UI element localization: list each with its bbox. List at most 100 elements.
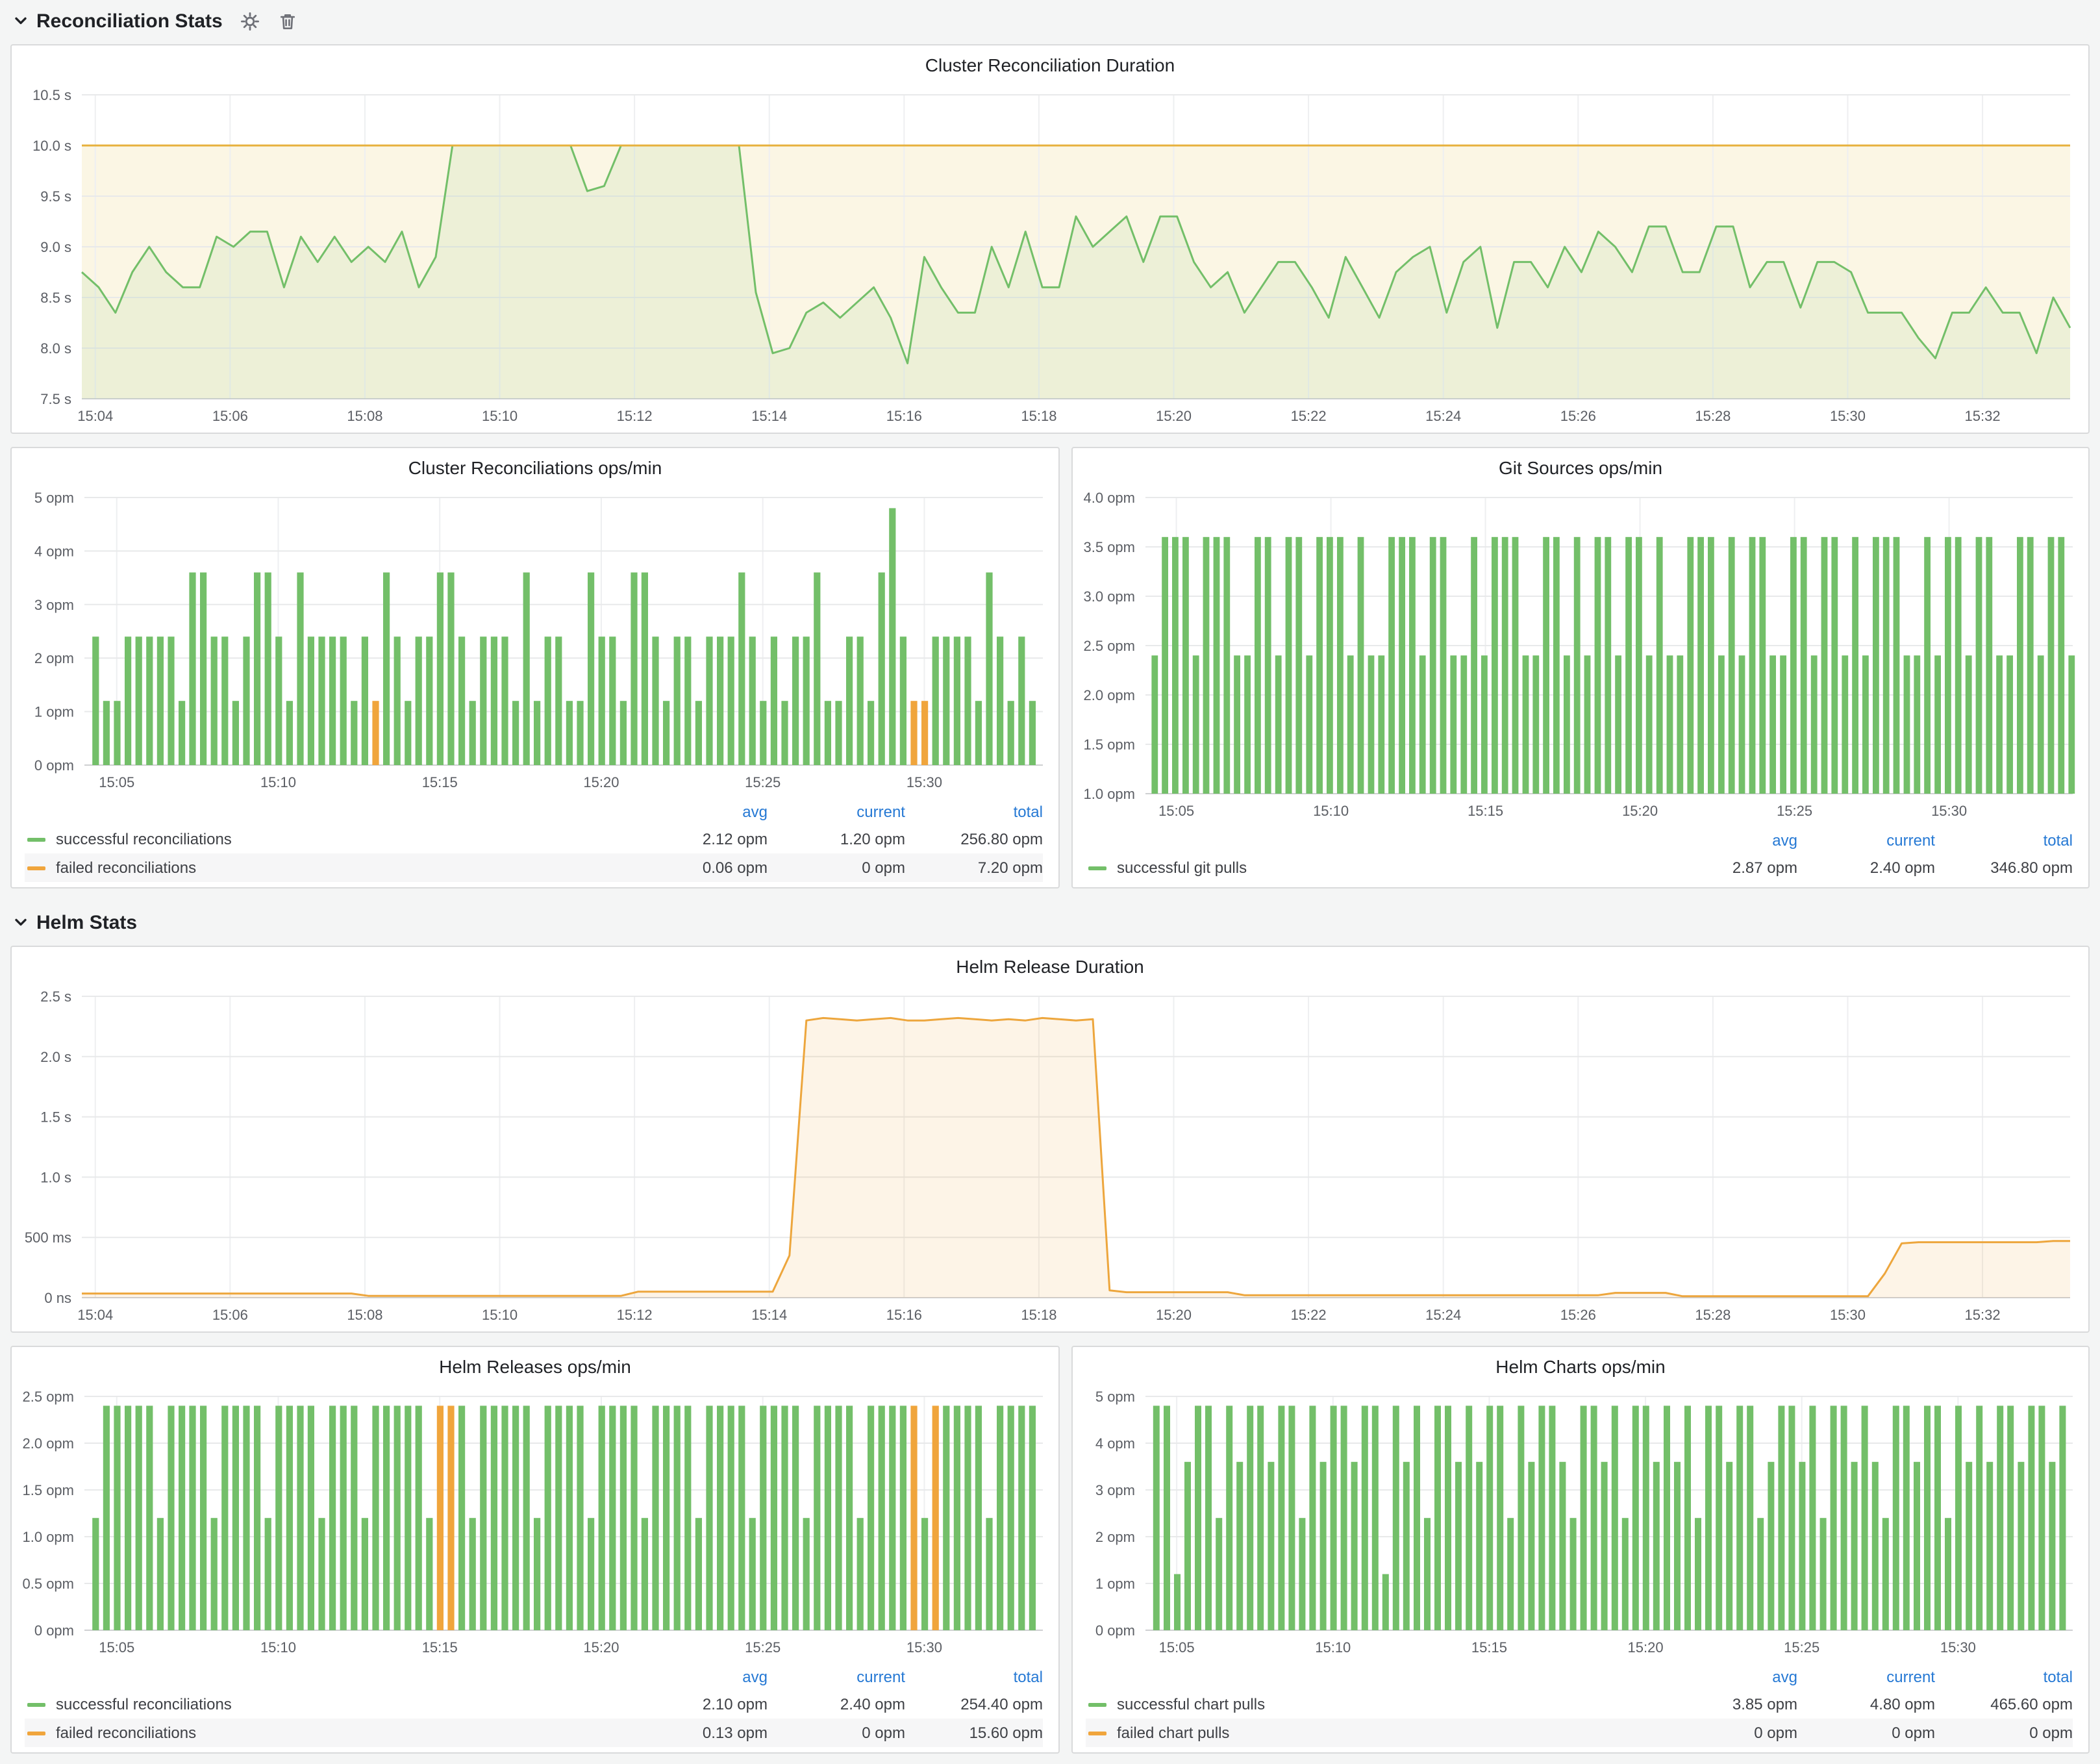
panel-title[interactable]: Git Sources ops/min — [1073, 448, 2088, 487]
legend-sort-avg[interactable]: avg — [630, 803, 768, 821]
legend-sort-total[interactable]: total — [1935, 1668, 2073, 1686]
legend-sort-total[interactable]: total — [905, 803, 1043, 821]
panel-title[interactable]: Helm Release Duration — [12, 947, 2088, 986]
legend-sort-current[interactable]: current — [1797, 1668, 1935, 1686]
panel-title[interactable]: Cluster Reconciliations ops/min — [12, 448, 1058, 487]
helm-charts-ops-chart[interactable]: 15:0515:1015:1515:2015:2515:300 opm1 opm… — [1073, 1386, 2088, 1661]
svg-text:15:22: 15:22 — [1291, 408, 1327, 424]
svg-text:8.0 s: 8.0 s — [40, 340, 71, 357]
legend-series-swatch — [27, 1702, 45, 1706]
svg-text:15:14: 15:14 — [751, 1307, 787, 1323]
legend-value: 465.60 opm — [1935, 1695, 2073, 1713]
svg-text:15:05: 15:05 — [99, 1639, 134, 1656]
svg-text:1.5 opm: 1.5 opm — [23, 1482, 75, 1498]
svg-text:10.5 s: 10.5 s — [32, 87, 71, 103]
legend-sort-avg[interactable]: avg — [1660, 1668, 1797, 1686]
cluster-reconciliation-duration-chart[interactable]: 15:0415:0615:0815:1015:1215:1415:1615:18… — [12, 84, 2088, 433]
svg-text:15:30: 15:30 — [1830, 1307, 1866, 1323]
svg-text:15:25: 15:25 — [745, 774, 781, 790]
legend-value: 2.12 opm — [630, 830, 768, 848]
svg-text:2.5 opm: 2.5 opm — [23, 1389, 75, 1405]
svg-text:15:28: 15:28 — [1695, 408, 1731, 424]
svg-text:10.0 s: 10.0 s — [32, 138, 71, 154]
legend: avgcurrenttotal successful reconciliation… — [25, 799, 1043, 882]
svg-text:4.0 opm: 4.0 opm — [1084, 490, 1136, 506]
svg-text:15:24: 15:24 — [1425, 1307, 1461, 1323]
legend-sort-avg[interactable]: avg — [1660, 831, 1797, 850]
svg-text:0 opm: 0 opm — [1095, 1622, 1135, 1639]
svg-text:15:30: 15:30 — [1940, 1639, 1976, 1656]
svg-text:15:24: 15:24 — [1425, 408, 1461, 424]
legend-series-label[interactable]: failed chart pulls — [1117, 1724, 1660, 1742]
legend-header-row: avgcurrenttotal — [25, 799, 1043, 825]
legend-sort-current[interactable]: current — [768, 1668, 905, 1686]
svg-text:0 opm: 0 opm — [34, 757, 74, 774]
panel-helm-release-duration: Helm Release Duration 15:0415:0615:0815:… — [10, 946, 2090, 1333]
legend-value: 0 opm — [768, 1724, 905, 1742]
svg-text:15:20: 15:20 — [1156, 1307, 1192, 1323]
legend-sort-current[interactable]: current — [768, 803, 905, 821]
legend-value: 1.20 opm — [768, 830, 905, 848]
legend-sort-total[interactable]: total — [1935, 831, 2073, 850]
legend-series-swatch — [27, 866, 45, 870]
git-sources-ops-chart[interactable]: 15:0515:1015:1515:2015:2515:301.0 opm1.5… — [1073, 487, 2088, 825]
legend-value: 4.80 opm — [1797, 1695, 1935, 1713]
svg-text:0.5 opm: 0.5 opm — [23, 1576, 75, 1592]
chevron-down-icon — [13, 13, 29, 29]
svg-text:15:10: 15:10 — [1315, 1639, 1351, 1656]
legend: avgcurrenttotalsuccessful chart pulls3.8… — [1086, 1664, 2073, 1747]
gear-icon[interactable] — [241, 11, 260, 31]
svg-text:15:12: 15:12 — [617, 1307, 653, 1323]
svg-text:4 opm: 4 opm — [34, 543, 74, 559]
svg-text:15:10: 15:10 — [1313, 803, 1349, 819]
legend-series-label[interactable]: successful reconciliations — [56, 830, 630, 848]
svg-text:15:05: 15:05 — [1158, 803, 1194, 819]
svg-text:3 opm: 3 opm — [1095, 1482, 1135, 1498]
svg-text:2.5 s: 2.5 s — [40, 989, 71, 1005]
section-header-helm-stats[interactable]: Helm Stats — [13, 904, 137, 940]
svg-text:0 ns: 0 ns — [44, 1290, 71, 1306]
legend-series-label[interactable]: failed reconciliations — [56, 859, 630, 877]
svg-text:15:16: 15:16 — [886, 408, 922, 424]
legend-series-label[interactable]: successful git pulls — [1117, 859, 1660, 877]
legend-sort-total[interactable]: total — [905, 1668, 1043, 1686]
legend-series-label[interactable]: successful chart pulls — [1117, 1695, 1660, 1713]
svg-text:2.0 opm: 2.0 opm — [23, 1435, 75, 1452]
svg-text:1.5 opm: 1.5 opm — [1084, 737, 1136, 753]
legend-value: 2.10 opm — [630, 1695, 768, 1713]
panel-title[interactable]: Helm Charts ops/min — [1073, 1347, 2088, 1386]
svg-text:15:05: 15:05 — [1159, 1639, 1195, 1656]
legend-value: 15.60 opm — [905, 1724, 1043, 1742]
legend-series-label[interactable]: successful reconciliations — [56, 1695, 630, 1713]
legend-row: failed reconciliations0.13 opm0 opm15.60… — [25, 1719, 1043, 1747]
svg-text:15:14: 15:14 — [751, 408, 787, 424]
legend-value: 0.13 opm — [630, 1724, 768, 1742]
legend-series-swatch — [1088, 1702, 1106, 1706]
section-header-reconciliation-stats[interactable]: Reconciliation Stats — [13, 3, 298, 39]
svg-text:5 opm: 5 opm — [34, 490, 74, 506]
helm-release-duration-chart[interactable]: 15:0415:0615:0815:1015:1215:1415:1615:18… — [12, 986, 2088, 1331]
svg-text:2.0 opm: 2.0 opm — [1084, 687, 1136, 703]
svg-text:15:30: 15:30 — [1830, 408, 1866, 424]
helm-releases-ops-chart[interactable]: 15:0515:1015:1515:2015:2515:300 opm0.5 o… — [12, 1386, 1058, 1661]
legend-header-row: avgcurrenttotal — [1086, 1664, 2073, 1690]
legend-value: 0 opm — [1660, 1724, 1797, 1742]
legend-value: 2.87 opm — [1660, 859, 1797, 877]
panel-helm-releases-ops: Helm Releases ops/min 15:0515:1015:1515:… — [10, 1346, 1060, 1754]
trash-icon[interactable] — [279, 11, 298, 31]
panel-title[interactable]: Helm Releases ops/min — [12, 1347, 1058, 1386]
svg-text:2.0 s: 2.0 s — [40, 1049, 71, 1065]
svg-text:15:20: 15:20 — [1622, 803, 1658, 819]
panel-cluster-reconciliation-duration: Cluster Reconciliation Duration 15:0415:… — [10, 44, 2090, 434]
legend-row: failed reconciliations0.06 opm0 opm7.20 … — [25, 853, 1043, 882]
svg-text:3.5 opm: 3.5 opm — [1084, 539, 1136, 555]
legend-series-label[interactable]: failed reconciliations — [56, 1724, 630, 1742]
legend-sort-avg[interactable]: avg — [630, 1668, 768, 1686]
panel-cluster-reconciliations-ops: Cluster Reconciliations ops/min 15:0515:… — [10, 447, 1060, 888]
legend-sort-current[interactable]: current — [1797, 831, 1935, 850]
panel-title[interactable]: Cluster Reconciliation Duration — [12, 45, 2088, 84]
cluster-reconciliations-ops-chart[interactable]: 15:0515:1015:1515:2015:2515:300 opm1 opm… — [12, 487, 1058, 796]
section-title: Helm Stats — [36, 911, 137, 933]
svg-text:1 opm: 1 opm — [1095, 1576, 1135, 1592]
svg-text:15:10: 15:10 — [260, 1639, 296, 1656]
